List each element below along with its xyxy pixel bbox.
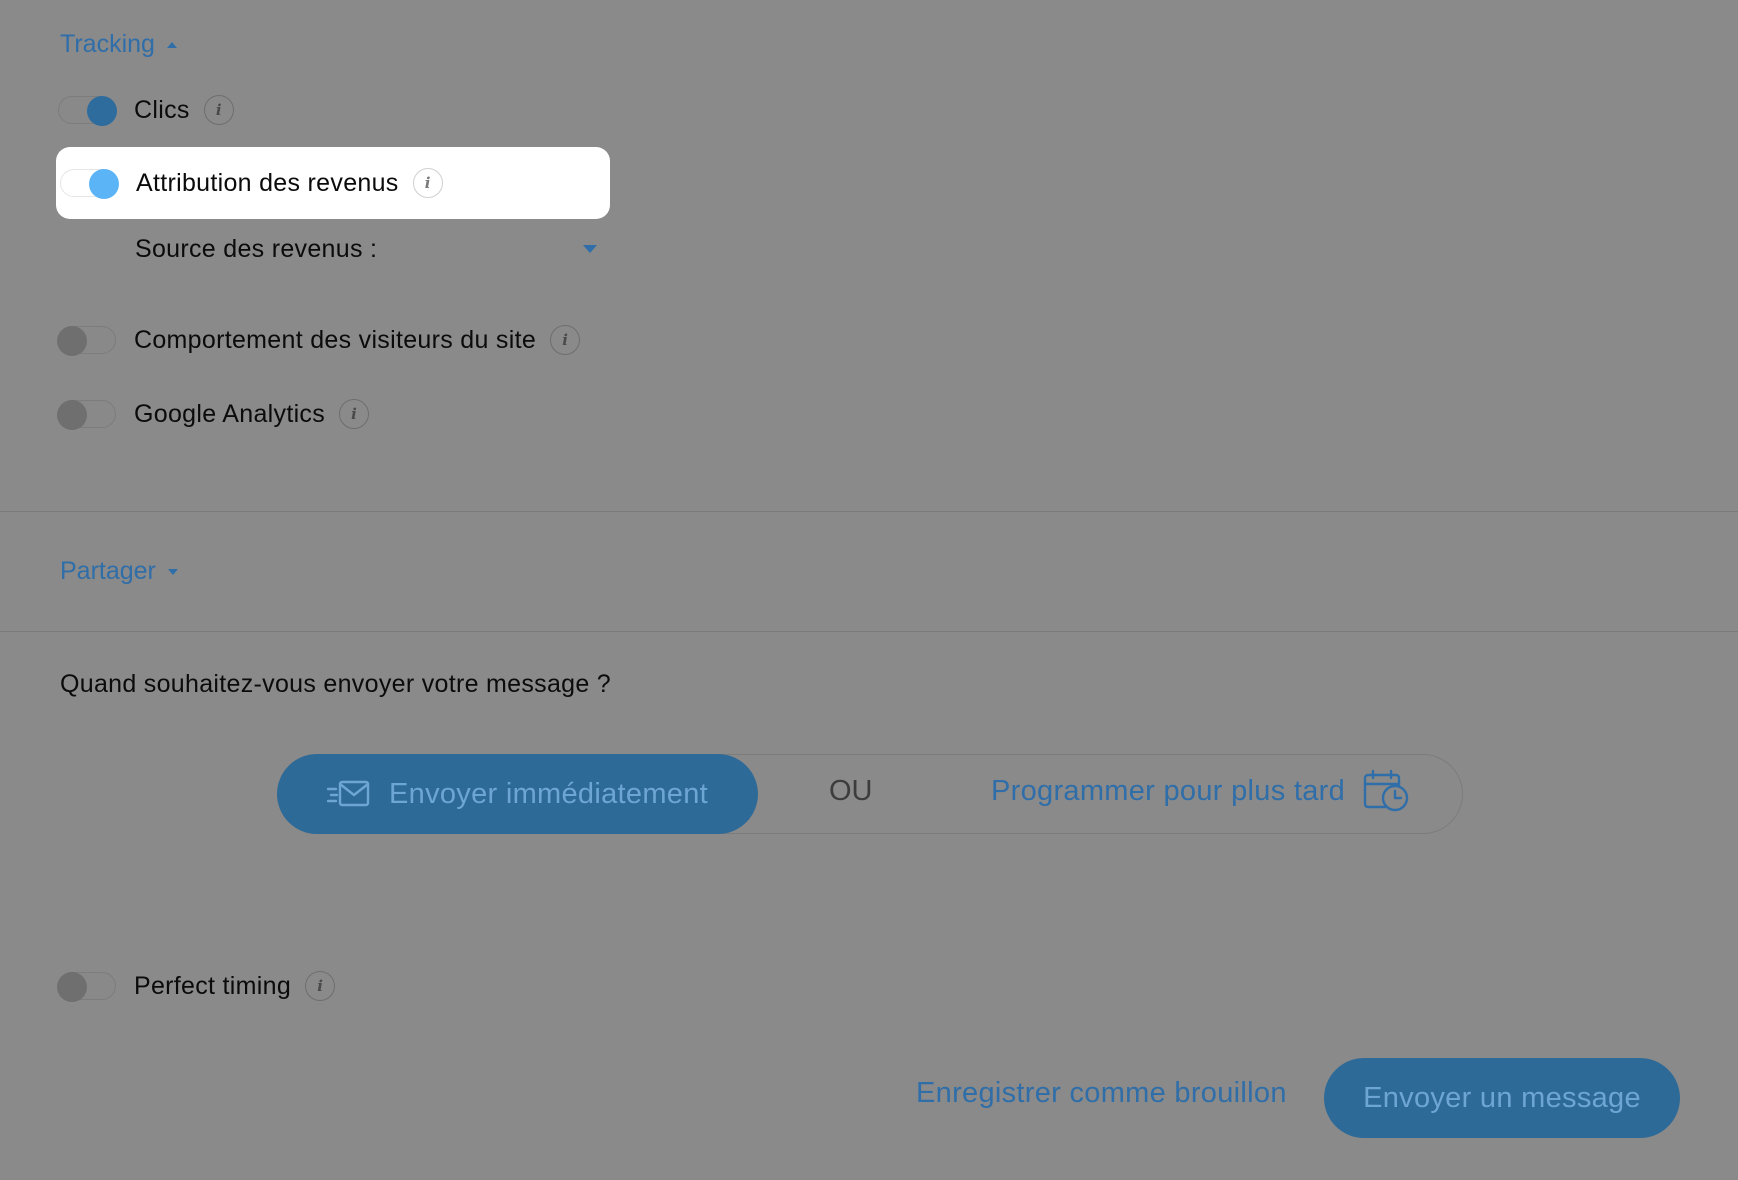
send-now-button[interactable]: Envoyer immédiatement	[277, 754, 758, 834]
or-separator: OU	[829, 775, 873, 807]
switch-knob	[89, 169, 119, 199]
section-divider	[0, 631, 1738, 632]
chevron-down-icon	[167, 568, 178, 575]
switch-knob	[57, 972, 87, 1002]
highlight-box: Attribution des revenus i	[56, 147, 610, 219]
info-icon[interactable]: i	[412, 168, 443, 198]
revenue-attribution-label: Attribution des revenus	[136, 168, 399, 197]
send-message-label: Envoyer un message	[1363, 1081, 1641, 1114]
switch-knob	[57, 326, 87, 356]
send-now-label: Envoyer immédiatement	[389, 777, 708, 810]
visitor-behavior-switch[interactable]	[57, 326, 116, 356]
chevron-down-icon	[583, 245, 597, 253]
revenue-source-select[interactable]: Source des revenus :	[135, 232, 597, 266]
save-draft-link[interactable]: Enregistrer comme brouillon	[916, 1077, 1287, 1110]
share-section-toggle[interactable]: Partager	[60, 557, 178, 586]
switch-knob	[87, 96, 117, 126]
perfect-timing-label: Perfect timing	[134, 971, 292, 1000]
chevron-up-icon	[166, 41, 177, 48]
tracking-title: Tracking	[60, 30, 155, 58]
switch-knob	[57, 400, 87, 430]
toggle-row-revenue-attribution: Attribution des revenus i	[60, 161, 443, 205]
schedule-question: Quand souhaitez-vous envoyer votre messa…	[60, 670, 612, 698]
perfect-timing-switch[interactable]	[57, 972, 116, 1002]
info-icon[interactable]: i	[305, 971, 336, 1001]
send-mail-icon	[327, 780, 370, 807]
toggle-row-clics: Clics i	[58, 88, 234, 132]
send-timing-group: Envoyer immédiatement OU Programmer pour…	[277, 754, 1463, 834]
visitor-behavior-label: Comportement des visiteurs du site	[134, 325, 537, 354]
send-message-button[interactable]: Envoyer un message	[1324, 1058, 1680, 1138]
calendar-clock-icon	[1363, 769, 1409, 812]
schedule-later-button[interactable]: Programmer pour plus tard	[991, 769, 1409, 813]
schedule-later-label: Programmer pour plus tard	[991, 774, 1346, 807]
clics-switch[interactable]	[58, 96, 117, 126]
toggle-row-google-analytics: Google Analytics i	[57, 392, 370, 436]
google-analytics-label: Google Analytics	[134, 399, 326, 428]
toggle-row-visitor-behavior: Comportement des visiteurs du site i	[57, 318, 581, 362]
toggle-row-perfect-timing: Perfect timing i	[57, 964, 336, 1008]
info-icon[interactable]: i	[550, 325, 581, 355]
info-icon[interactable]: i	[203, 95, 234, 125]
tracking-section-toggle[interactable]: Tracking	[60, 30, 177, 59]
share-title: Partager	[60, 557, 156, 585]
clics-label: Clics	[134, 95, 190, 124]
revenue-attribution-switch[interactable]	[60, 169, 119, 199]
revenue-source-label: Source des revenus :	[135, 234, 378, 263]
google-analytics-switch[interactable]	[57, 400, 116, 430]
info-icon[interactable]: i	[339, 399, 370, 429]
section-divider	[0, 511, 1738, 512]
